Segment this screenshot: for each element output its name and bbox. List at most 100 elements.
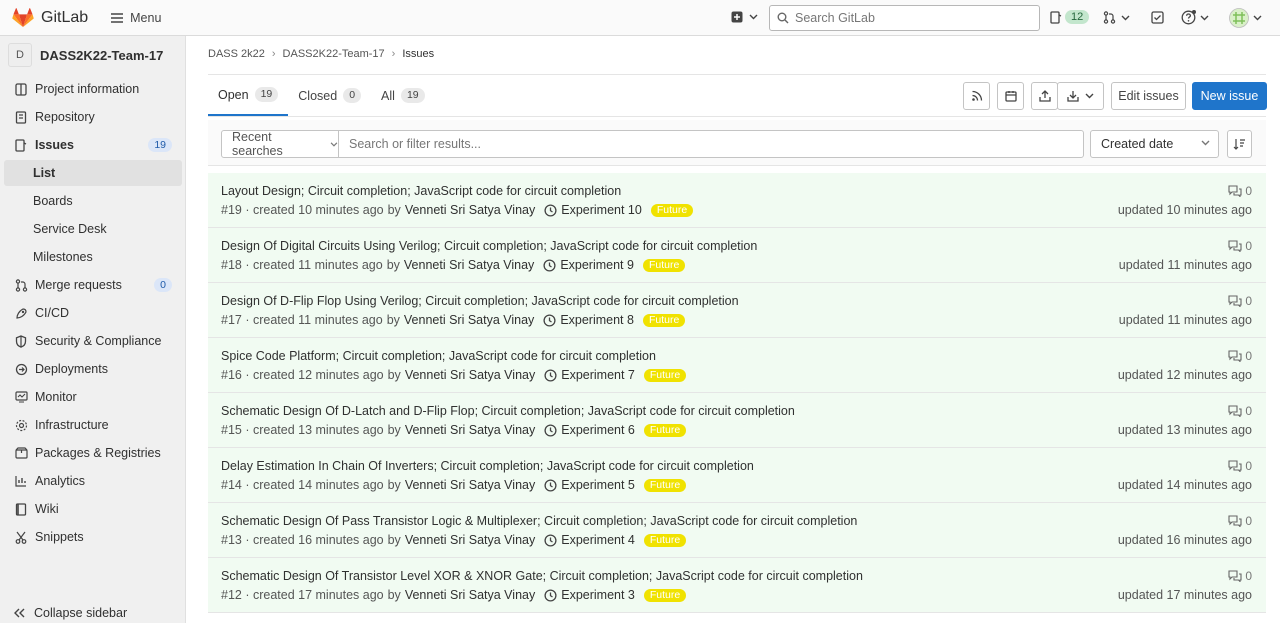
- issue-milestone[interactable]: Experiment 6: [544, 423, 635, 437]
- issue-row[interactable]: Delay Estimation In Chain Of Inverters; …: [208, 448, 1266, 503]
- sidebar-item-boards[interactable]: Boards: [4, 188, 182, 214]
- chevron-down-icon: [1200, 15, 1209, 20]
- issue-row[interactable]: Layout Design; Circuit completion; JavaS…: [208, 173, 1266, 228]
- issue-label[interactable]: Future: [643, 478, 687, 492]
- issue-milestone[interactable]: Experiment 3: [544, 588, 635, 602]
- sidebar-item-ci-cd[interactable]: CI/CD: [4, 300, 182, 326]
- issue-author[interactable]: Venneti Sri Satya Vinay: [404, 258, 534, 272]
- tab-open[interactable]: Open 19: [208, 75, 289, 116]
- issue-comments[interactable]: 0: [1228, 184, 1252, 198]
- issue-row[interactable]: Schematic Design Of D-Latch and D-Flip F…: [208, 393, 1266, 448]
- user-menu[interactable]: [1229, 8, 1262, 28]
- issue-label[interactable]: Future: [643, 533, 687, 547]
- issue-author[interactable]: Venneti Sri Satya Vinay: [405, 478, 535, 492]
- sort-dropdown[interactable]: Created date: [1090, 130, 1219, 158]
- issue-label[interactable]: Future: [650, 203, 694, 217]
- breadcrumb-group[interactable]: DASS 2k22: [208, 48, 265, 60]
- issue-author[interactable]: Venneti Sri Satya Vinay: [404, 313, 534, 327]
- import-dropdown[interactable]: [1057, 82, 1104, 110]
- sidebar-item-infrastructure[interactable]: Infrastructure: [4, 412, 182, 438]
- issue-meta: #15 · created 13 minutes ago by Venneti …: [221, 423, 687, 437]
- sidebar-item-security-compliance[interactable]: Security & Compliance: [4, 328, 182, 354]
- issue-comments[interactable]: 0: [1228, 459, 1252, 473]
- issue-milestone[interactable]: Experiment 7: [544, 368, 635, 382]
- issue-title[interactable]: Schematic Design Of Pass Transistor Logi…: [221, 514, 857, 528]
- breadcrumb-project[interactable]: DASS2K22-Team-17: [283, 48, 385, 60]
- sidebar-item-monitor[interactable]: Monitor: [4, 384, 182, 410]
- issue-row[interactable]: Design Of Digital Circuits Using Verilog…: [208, 228, 1266, 283]
- wiki-icon: [14, 502, 28, 516]
- create-new-dropdown[interactable]: [731, 11, 758, 23]
- issue-comments[interactable]: 0: [1228, 404, 1252, 418]
- issue-milestone[interactable]: Experiment 8: [543, 313, 634, 327]
- issue-title[interactable]: Delay Estimation In Chain Of Inverters; …: [221, 459, 754, 473]
- sidebar-item-label: CI/CD: [35, 306, 70, 320]
- rss-feed-button[interactable]: [963, 82, 990, 110]
- issue-author[interactable]: Venneti Sri Satya Vinay: [405, 203, 535, 217]
- issue-milestone[interactable]: Experiment 4: [544, 533, 635, 547]
- sidebar-item-issues[interactable]: Issues 19: [4, 132, 182, 158]
- double-chevron-left-icon: [14, 608, 25, 618]
- calendar-feed-button[interactable]: [997, 82, 1024, 110]
- issue-milestone[interactable]: Experiment 10: [544, 203, 642, 217]
- issue-label[interactable]: Future: [642, 313, 686, 327]
- issue-author[interactable]: Venneti Sri Satya Vinay: [405, 533, 535, 547]
- chevron-down-icon: [330, 141, 338, 147]
- issue-author[interactable]: Venneti Sri Satya Vinay: [405, 423, 535, 437]
- issue-comments[interactable]: 0: [1228, 349, 1252, 363]
- issue-row[interactable]: Schematic Design Of Transistor Level XOR…: [208, 558, 1266, 613]
- breadcrumb-current[interactable]: Issues: [402, 48, 434, 60]
- sort-direction-button[interactable]: [1227, 130, 1252, 158]
- issue-author[interactable]: Venneti Sri Satya Vinay: [405, 588, 535, 602]
- menu-button[interactable]: Menu: [110, 11, 161, 25]
- edit-issues-button[interactable]: Edit issues: [1111, 82, 1186, 110]
- sidebar-item-merge-requests[interactable]: Merge requests 0: [4, 272, 182, 298]
- sidebar-item-list[interactable]: List: [4, 160, 182, 186]
- sidebar-item-milestones[interactable]: Milestones: [4, 244, 182, 270]
- merge-requests-dropdown[interactable]: [1103, 11, 1130, 24]
- sidebar-item-packages-registries[interactable]: Packages & Registries: [4, 440, 182, 466]
- merge-requests-count-badge: 0: [154, 278, 172, 292]
- issues-shortcut[interactable]: 12: [1050, 10, 1090, 24]
- new-issue-button[interactable]: New issue: [1192, 82, 1267, 110]
- sidebar-item-service-desk[interactable]: Service Desk: [4, 216, 182, 242]
- sidebar-item-snippets[interactable]: Snippets: [4, 524, 182, 550]
- filtered-search[interactable]: Recent searches Search or filter results…: [221, 130, 1084, 158]
- sidebar-item-project-information[interactable]: Project information: [4, 76, 182, 102]
- sidebar-item-wiki[interactable]: Wiki: [4, 496, 182, 522]
- gitlab-logo[interactable]: GitLab: [12, 7, 88, 28]
- sidebar-project-header[interactable]: D DASS2K22-Team-17: [0, 36, 185, 74]
- issue-milestone[interactable]: Experiment 5: [544, 478, 635, 492]
- collapse-sidebar-button[interactable]: Collapse sidebar: [4, 600, 127, 623]
- sidebar-item-repository[interactable]: Repository: [4, 104, 182, 130]
- sidebar-item-deployments[interactable]: Deployments: [4, 356, 182, 382]
- issue-comments[interactable]: 0: [1228, 569, 1252, 583]
- issue-row[interactable]: Spice Code Platform; Circuit completion;…: [208, 338, 1266, 393]
- issue-comments[interactable]: 0: [1228, 239, 1252, 253]
- issue-comments[interactable]: 0: [1228, 514, 1252, 528]
- issue-label[interactable]: Future: [643, 423, 687, 437]
- issue-title[interactable]: Design Of D-Flip Flop Using Verilog; Cir…: [221, 294, 739, 308]
- issue-author[interactable]: Venneti Sri Satya Vinay: [405, 368, 535, 382]
- help-dropdown[interactable]: [1181, 10, 1209, 25]
- issue-label[interactable]: Future: [643, 588, 687, 602]
- issue-title[interactable]: Spice Code Platform; Circuit completion;…: [221, 349, 656, 363]
- issue-title[interactable]: Layout Design; Circuit completion; JavaS…: [221, 184, 621, 198]
- export-button[interactable]: [1031, 82, 1058, 110]
- filter-search-input[interactable]: Search or filter results...: [339, 137, 481, 151]
- issue-title[interactable]: Schematic Design Of Transistor Level XOR…: [221, 569, 863, 583]
- issue-milestone[interactable]: Experiment 9: [543, 258, 634, 272]
- todos-button[interactable]: [1151, 11, 1164, 24]
- tab-all[interactable]: All 19: [371, 75, 435, 116]
- sidebar-item-analytics[interactable]: Analytics: [4, 468, 182, 494]
- issue-row[interactable]: Schematic Design Of Pass Transistor Logi…: [208, 503, 1266, 558]
- issue-comments[interactable]: 0: [1228, 294, 1252, 308]
- search-input[interactable]: Search GitLab: [769, 5, 1040, 31]
- tab-closed[interactable]: Closed 0: [288, 75, 371, 116]
- recent-searches-dropdown[interactable]: Recent searches: [222, 130, 339, 158]
- issue-label[interactable]: Future: [643, 368, 687, 382]
- issue-title[interactable]: Schematic Design Of D-Latch and D-Flip F…: [221, 404, 795, 418]
- issue-label[interactable]: Future: [642, 258, 686, 272]
- issue-title[interactable]: Design Of Digital Circuits Using Verilog…: [221, 239, 757, 253]
- issue-row[interactable]: Design Of D-Flip Flop Using Verilog; Cir…: [208, 283, 1266, 338]
